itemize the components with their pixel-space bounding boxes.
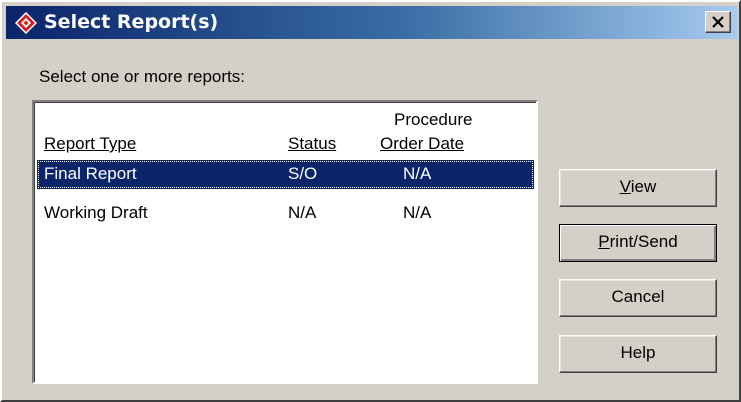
cell-status: S/O xyxy=(288,164,318,183)
print-send-label: rint/Send xyxy=(609,232,678,251)
cell-report-type: Working Draft xyxy=(44,203,148,222)
report-row-draft[interactable]: Working Draft N/A N/A xyxy=(37,199,534,228)
cell-order-date: N/A xyxy=(403,164,432,183)
instruction-label: Select one or more reports: xyxy=(39,67,245,86)
cell-order-date: N/A xyxy=(403,203,432,222)
print-mnemonic: P xyxy=(598,232,610,251)
view-button[interactable]: View xyxy=(559,169,717,207)
print-send-button[interactable]: Print/Send xyxy=(559,224,717,262)
column-header-report-type[interactable]: Report Type xyxy=(44,134,136,154)
help-button[interactable]: Help xyxy=(559,335,717,373)
view-label: iew xyxy=(630,177,657,196)
cell-report-type: Final Report xyxy=(44,164,137,183)
view-mnemonic: V xyxy=(619,177,631,196)
title-bar[interactable]: Select Report(s) xyxy=(6,6,737,39)
close-button[interactable] xyxy=(705,11,731,33)
report-row-final[interactable]: Final Report S/O N/A xyxy=(37,160,534,189)
column-header-procedure: Procedure xyxy=(394,110,473,129)
cell-status: N/A xyxy=(288,203,317,222)
report-listbox[interactable]: Report Type Status Procedure Order Date … xyxy=(32,100,538,384)
column-header-status[interactable]: Status xyxy=(288,134,336,154)
column-header-order-date[interactable]: Order Date xyxy=(380,134,464,154)
close-icon xyxy=(712,16,724,28)
window-title: Select Report(s) xyxy=(44,11,219,33)
select-reports-dialog: Select Report(s) Select one or more repo… xyxy=(0,0,741,402)
cancel-button[interactable]: Cancel xyxy=(559,279,717,317)
diamond-app-icon xyxy=(15,12,37,34)
